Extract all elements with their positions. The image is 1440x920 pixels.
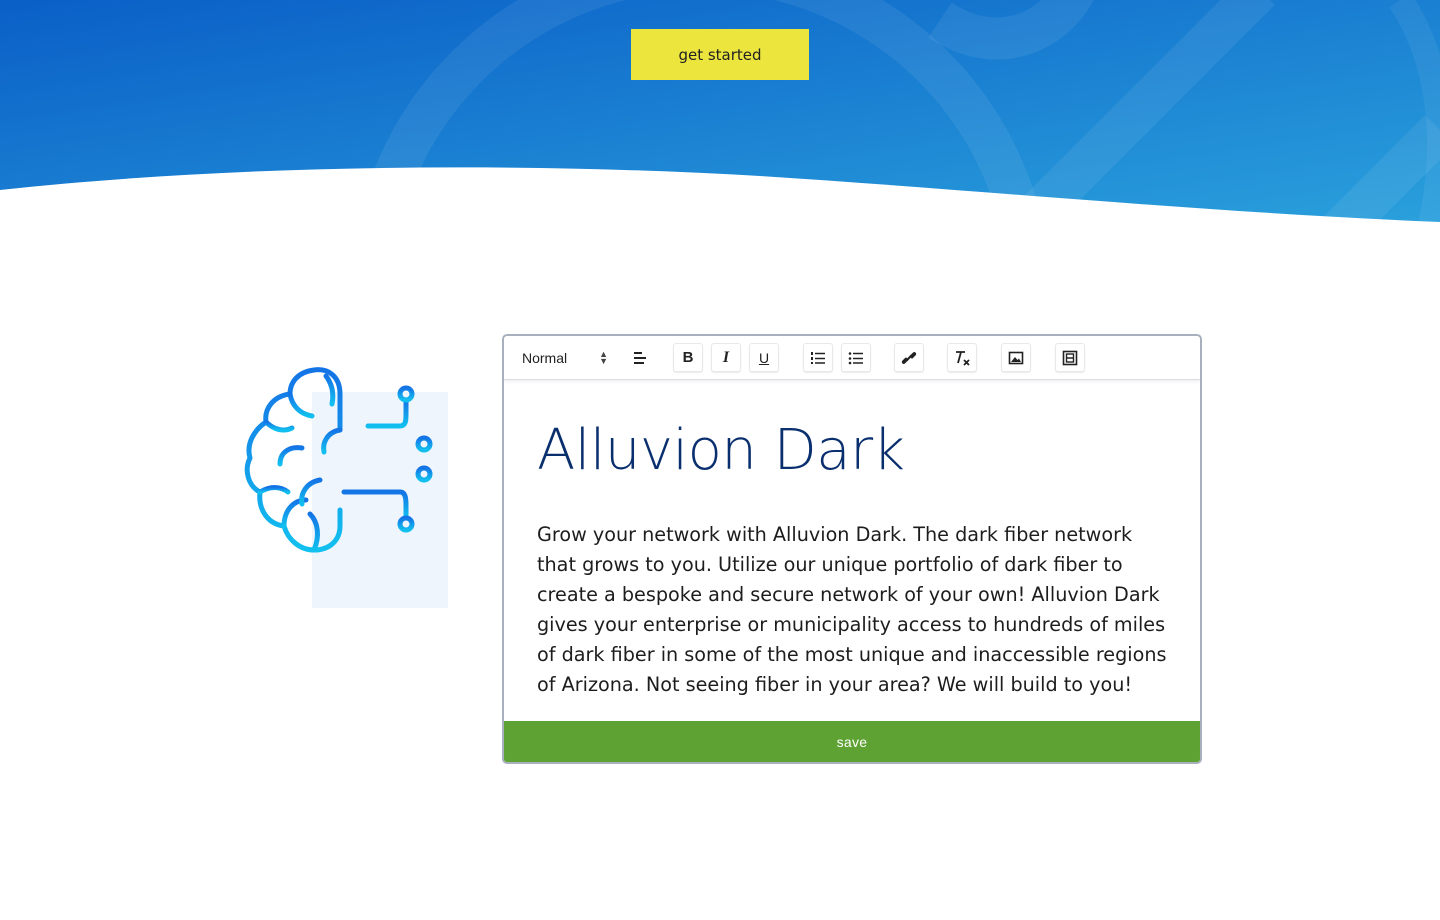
bold-icon: B — [682, 349, 694, 366]
editor-toolbar: Normal ▲ ▼ B I U — [504, 336, 1200, 380]
select-arrows-icon: ▲ ▼ — [599, 349, 608, 366]
insert-image-button[interactable] — [1001, 343, 1031, 372]
link-button[interactable] — [894, 343, 924, 372]
bullet-list-icon — [848, 351, 863, 364]
image-icon — [1008, 351, 1024, 364]
save-button[interactable]: save — [504, 721, 1200, 762]
get-started-button[interactable]: get started — [631, 29, 809, 80]
underline-button[interactable]: U — [749, 343, 779, 372]
document-title: Alluvion Dark — [537, 418, 905, 483]
editor-content-area[interactable]: Alluvion Dark Grow your network with All… — [504, 380, 1200, 720]
clear-format-icon — [956, 350, 970, 366]
italic-icon: I — [722, 348, 730, 366]
heading-format-select[interactable]: Normal ▲ ▼ — [522, 347, 608, 369]
align-left-icon — [634, 351, 646, 364]
brain-circuit-icon — [244, 367, 433, 553]
brain-illustration — [240, 360, 460, 620]
heading-format-value: Normal — [522, 350, 568, 366]
rich-text-editor: Normal ▲ ▼ B I U Alluvion Dark Grow your… — [502, 334, 1202, 764]
document-body-text: Grow your network with Alluvion Dark. Th… — [537, 523, 1167, 696]
link-icon — [901, 351, 917, 364]
bullet-list-button[interactable] — [841, 343, 871, 372]
align-button[interactable] — [625, 343, 655, 372]
italic-button[interactable]: I — [711, 343, 741, 372]
insert-video-button[interactable] — [1055, 343, 1085, 372]
ordered-list-button[interactable] — [803, 343, 833, 372]
clear-format-button[interactable] — [947, 343, 977, 372]
bold-button[interactable]: B — [673, 343, 703, 372]
hero-banner: get started — [0, 0, 1440, 230]
underline-icon: U — [758, 349, 770, 366]
ordered-list-icon — [811, 351, 825, 364]
video-icon — [1062, 350, 1078, 365]
